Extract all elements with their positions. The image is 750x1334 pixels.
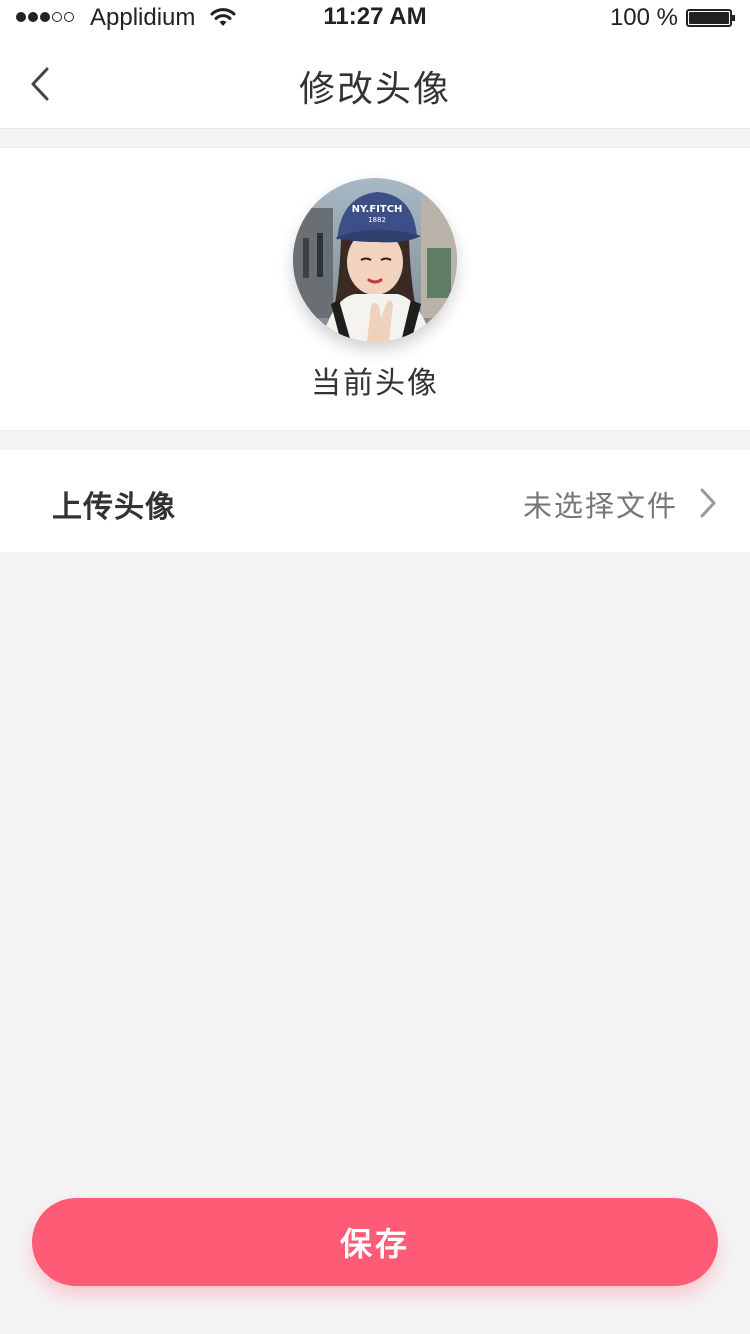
svg-text:1882: 1882 <box>368 216 386 224</box>
upload-avatar-label: 上传头像 <box>52 490 176 525</box>
avatar: NY.FITCH 1882 <box>293 178 457 342</box>
save-button[interactable]: 保存 <box>32 1198 718 1286</box>
signal-dot <box>16 12 26 22</box>
file-status-text: 未选择文件 <box>522 489 678 523</box>
signal-dot <box>52 12 62 22</box>
avatar-caption: 当前头像 <box>311 366 439 401</box>
signal-dot <box>28 12 38 22</box>
battery-icon <box>686 9 735 27</box>
chevron-right-icon <box>700 488 716 518</box>
chevron-left-icon <box>31 67 49 101</box>
wifi-icon <box>210 8 236 26</box>
top-bar: Applidium 11:27 AM 100 % 修改头像 <box>0 0 750 128</box>
carrier-name: Applidium <box>90 4 196 31</box>
screen: Applidium 11:27 AM 100 % 修改头像 NY.FITCH 1… <box>0 0 750 1334</box>
signal-dot <box>40 12 50 22</box>
avatar-photo: NY.FITCH 1882 <box>293 178 457 342</box>
back-button[interactable] <box>18 58 62 110</box>
signal-dot <box>64 12 74 22</box>
battery-percentage: 100 % <box>609 4 678 31</box>
status-bar: Applidium 11:27 AM 100 % <box>0 0 750 36</box>
current-avatar-card: NY.FITCH 1882 当前头像 <box>0 148 750 430</box>
page-title: 修改头像 <box>298 69 451 110</box>
signal-strength-icon <box>16 12 74 22</box>
svg-text:NY.FITCH: NY.FITCH <box>352 204 403 215</box>
upload-avatar-row[interactable]: 上传头像 未选择文件 <box>0 450 750 552</box>
